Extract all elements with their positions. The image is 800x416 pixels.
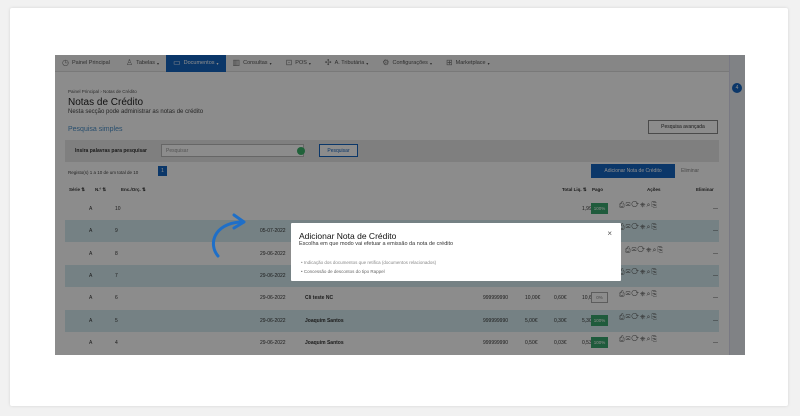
pointer-arrow-icon — [212, 213, 246, 258]
modal-title: Adicionar Nota de Crédito — [299, 231, 397, 241]
close-icon[interactable]: × — [607, 229, 612, 238]
option-related-documents[interactable]: • Indicação dos documentos que retifica … — [301, 260, 436, 265]
option-rappel-discounts[interactable]: • Concessão de descontos do tipo Rappel — [301, 269, 385, 274]
modal-backdrop[interactable] — [55, 55, 745, 355]
modal-subtitle: Escolha em que modo vai efetuar a emissã… — [299, 241, 454, 247]
app-window: ◷ Painel Principal ♙ Tabelas ▾ ▭ Documentos ▾ ▥ C… — [55, 55, 745, 355]
add-credit-note-modal: Adicionar Nota de Crédito Escolha em que… — [291, 223, 621, 281]
